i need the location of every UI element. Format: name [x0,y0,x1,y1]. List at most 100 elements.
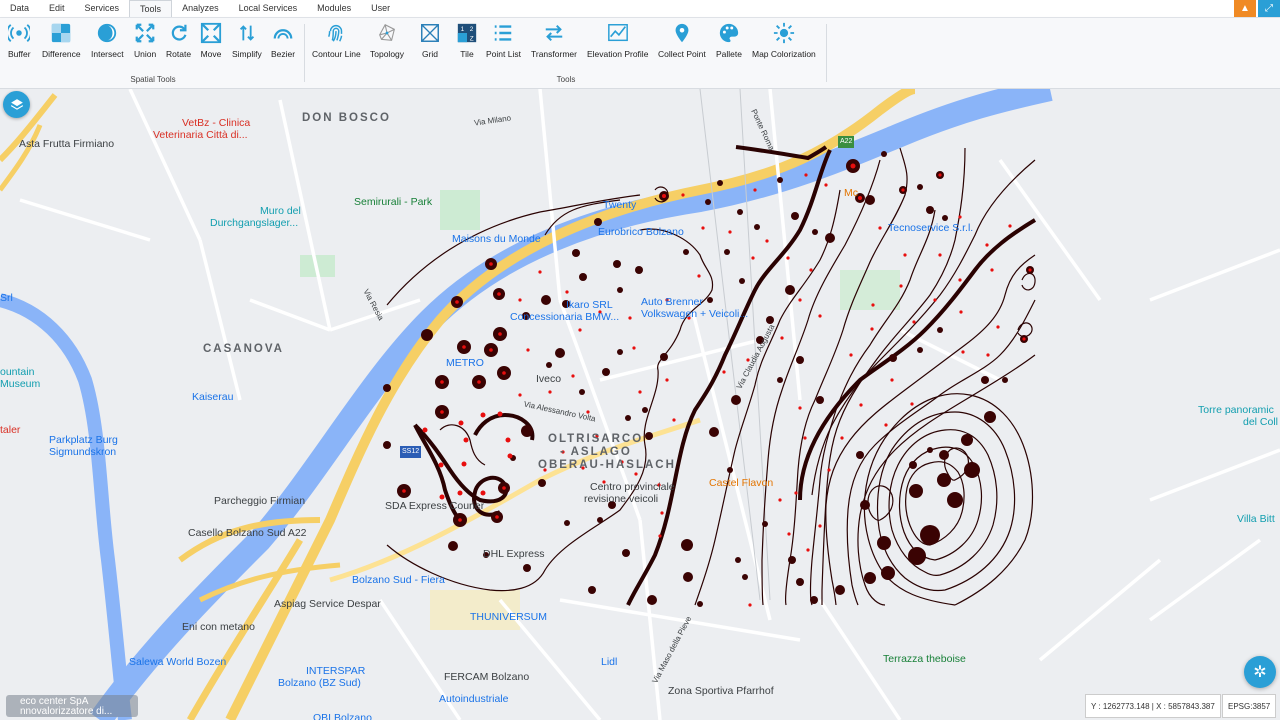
menu-tab-analyzes[interactable]: Analyzes [172,0,229,17]
menu-tab-user[interactable]: User [361,0,400,17]
menu-tab-services[interactable]: Services [75,0,130,17]
layers-button[interactable] [3,91,30,118]
place-label-asta[interactable]: Asta Frutta Firmiano [19,138,114,150]
simplify-icon [239,25,254,41]
place-label-dhl[interactable]: DHL Express [483,548,544,560]
place-label-vetbz[interactable]: VetBz - Clinica [182,117,250,129]
place-label-sda[interactable]: SDA Express Courier [385,500,484,512]
place-label-twenty[interactable]: Twenty [603,199,636,211]
grid-button[interactable]: Grid [419,22,441,59]
map-colorization-button[interactable]: Map Colorization [752,22,816,59]
coordinate-readout: Y : 1262773.148 | X : 5857843.387 [1085,694,1221,718]
transformer-button[interactable]: Transformer [531,22,577,59]
district-label-casanova: CASANOVA [203,343,284,355]
place-label-thuniversum[interactable]: THUNIVERSUM [470,611,547,623]
tile-button[interactable]: 12Z Tile [456,22,478,59]
place-label-parcheggio[interactable]: Parcheggio Firmian [214,495,305,507]
district-label-oltrisarco: OLTRISARCO [548,433,644,445]
transform-icon [545,24,563,42]
point-list-button[interactable]: Point List [486,22,521,59]
place-label-brenner-2[interactable]: Volkswagen + Veicoli... [641,308,748,320]
svg-text:Z: Z [470,35,474,42]
place-label-muro[interactable]: Muro del [260,205,301,217]
place-label-brenner[interactable]: Auto Brenner [641,296,703,308]
place-label-ikaro[interactable]: Ikaro SRL [566,299,613,311]
place-label-aspiag[interactable]: Aspiag Service Despar [274,598,381,610]
place-label-parkplatz[interactable]: Parkplatz Burg [49,434,118,446]
difference-icon [52,23,71,43]
union-icon [135,23,155,43]
place-label-taler[interactable]: taler [0,424,20,436]
place-label-srl[interactable]: Srl [0,292,13,304]
buffer-button[interactable]: Buffer [8,22,31,59]
place-label-terrazza[interactable]: Terrazza theboise [883,653,966,665]
tools-icon: ✲ [1253,664,1267,681]
place-label-muro-2[interactable]: Durchgangslager... [210,217,298,229]
place-label-museum[interactable]: Museum [0,378,40,390]
place-label-semirurali[interactable]: Semirurali - Park [354,196,432,208]
place-label-torre[interactable]: Torre panoramic [1198,404,1274,416]
tile-icon: 1 2 Z [457,23,477,42]
place-label-maisons[interactable]: Maisons du Monde [452,233,541,245]
place-label-mountain[interactable]: ountain [0,366,34,378]
place-label-interspar-2[interactable]: Bolzano (BZ Sud) [278,677,361,689]
menu-tab-data[interactable]: Data [0,0,39,17]
place-label-bolzano-sud[interactable]: Bolzano Sud - Fiera [352,574,445,586]
pallete-button[interactable]: Pallete [716,22,742,59]
bezier-icon [273,29,293,39]
place-label-eurobrico[interactable]: Eurobrico Bolzano [598,226,684,238]
place-label-centro-2[interactable]: revisione veicoli [584,493,658,505]
svg-text:1: 1 [461,26,465,33]
place-label-casello[interactable]: Casello Bolzano Sud A22 [188,527,307,539]
topology-icon [379,24,395,41]
place-label-salewa[interactable]: Salewa World Bozen [129,656,226,668]
menu-tab-edit[interactable]: Edit [39,0,75,17]
place-label-kaiserau[interactable]: Kaiserau [192,391,233,403]
place-label-eni[interactable]: Eni con metano [182,621,255,633]
epsg-selector[interactable]: EPSG:3857 [1222,694,1277,718]
bezier-button[interactable]: Bezier [271,22,295,59]
union-button[interactable]: Union [134,22,156,59]
place-label-iveco[interactable]: Iveco [536,373,561,385]
place-label-zona[interactable]: Zona Sportiva Pfarrhof [668,685,774,697]
intersect-button[interactable]: Intersect [91,22,124,59]
place-label-lidl[interactable]: Lidl [601,656,617,668]
district-label-aslago: - ASLAGO [560,446,632,458]
tools-label: Tools [556,75,576,84]
menu-tab-tools[interactable]: Tools [129,0,173,17]
place-label-metro[interactable]: METRO [446,357,484,369]
menu-tab-modules[interactable]: Modules [307,0,361,17]
ribbon-separator [304,24,305,82]
place-label-centro[interactable]: Centro provinciale [590,481,675,493]
alert-button[interactable]: ▲ [1234,0,1256,17]
topology-button[interactable]: Topology [370,22,404,59]
place-label-parkplatz-2[interactable]: Sigmundskron [49,446,116,458]
ribbon-toolbar: Buffer Difference Intersect Union Rotate… [0,18,1280,89]
place-label-castel[interactable]: Castel Flavon [709,477,773,489]
place-label-torre-2[interactable]: del Coll [1243,416,1278,428]
simplify-button[interactable]: Simplify [232,22,262,59]
intersect-icon [98,23,117,43]
place-label-interspar[interactable]: INTERSPAR [306,665,365,677]
place-label-ikaro-2[interactable]: Concessionaria BMW... [510,311,619,323]
rotate-button[interactable]: Rotate [166,22,191,59]
place-label-obi[interactable]: OBI Bolzano [313,712,372,720]
contour-line-button[interactable]: Contour Line [312,22,361,59]
collect-point-button[interactable]: Collect Point [658,22,706,59]
move-button[interactable]: Move [200,22,222,59]
ribbon-separator [826,24,827,82]
grid-icon [421,24,439,42]
compass-button[interactable]: ✲ [1244,656,1276,688]
difference-button[interactable]: Difference [42,22,81,59]
place-label-autoindustriale[interactable]: Autoindustriale [439,693,508,705]
elevation-profile-button[interactable]: Elevation Profile [587,22,648,59]
place-label-mc[interactable]: Mc [844,187,858,199]
place-label-tecnoservice[interactable]: Tecnoservice S.r.l. [888,222,973,234]
map-view[interactable]: DON BOSCO CASANOVA OLTRISARCO - ASLAGO O… [0,89,1280,720]
place-label-villa[interactable]: Villa Bitt [1237,513,1275,525]
menu-tab-local-services[interactable]: Local Services [229,0,308,17]
place-label-fercam[interactable]: FERCAM Bolzano [444,671,529,683]
place-label-vetbz-2[interactable]: Veterinaria Città di... [153,129,248,141]
eco-center-label: eco center SpA nnovalorizzatore di... [6,695,138,717]
fullscreen-button[interactable]: ⤢ [1258,0,1280,17]
